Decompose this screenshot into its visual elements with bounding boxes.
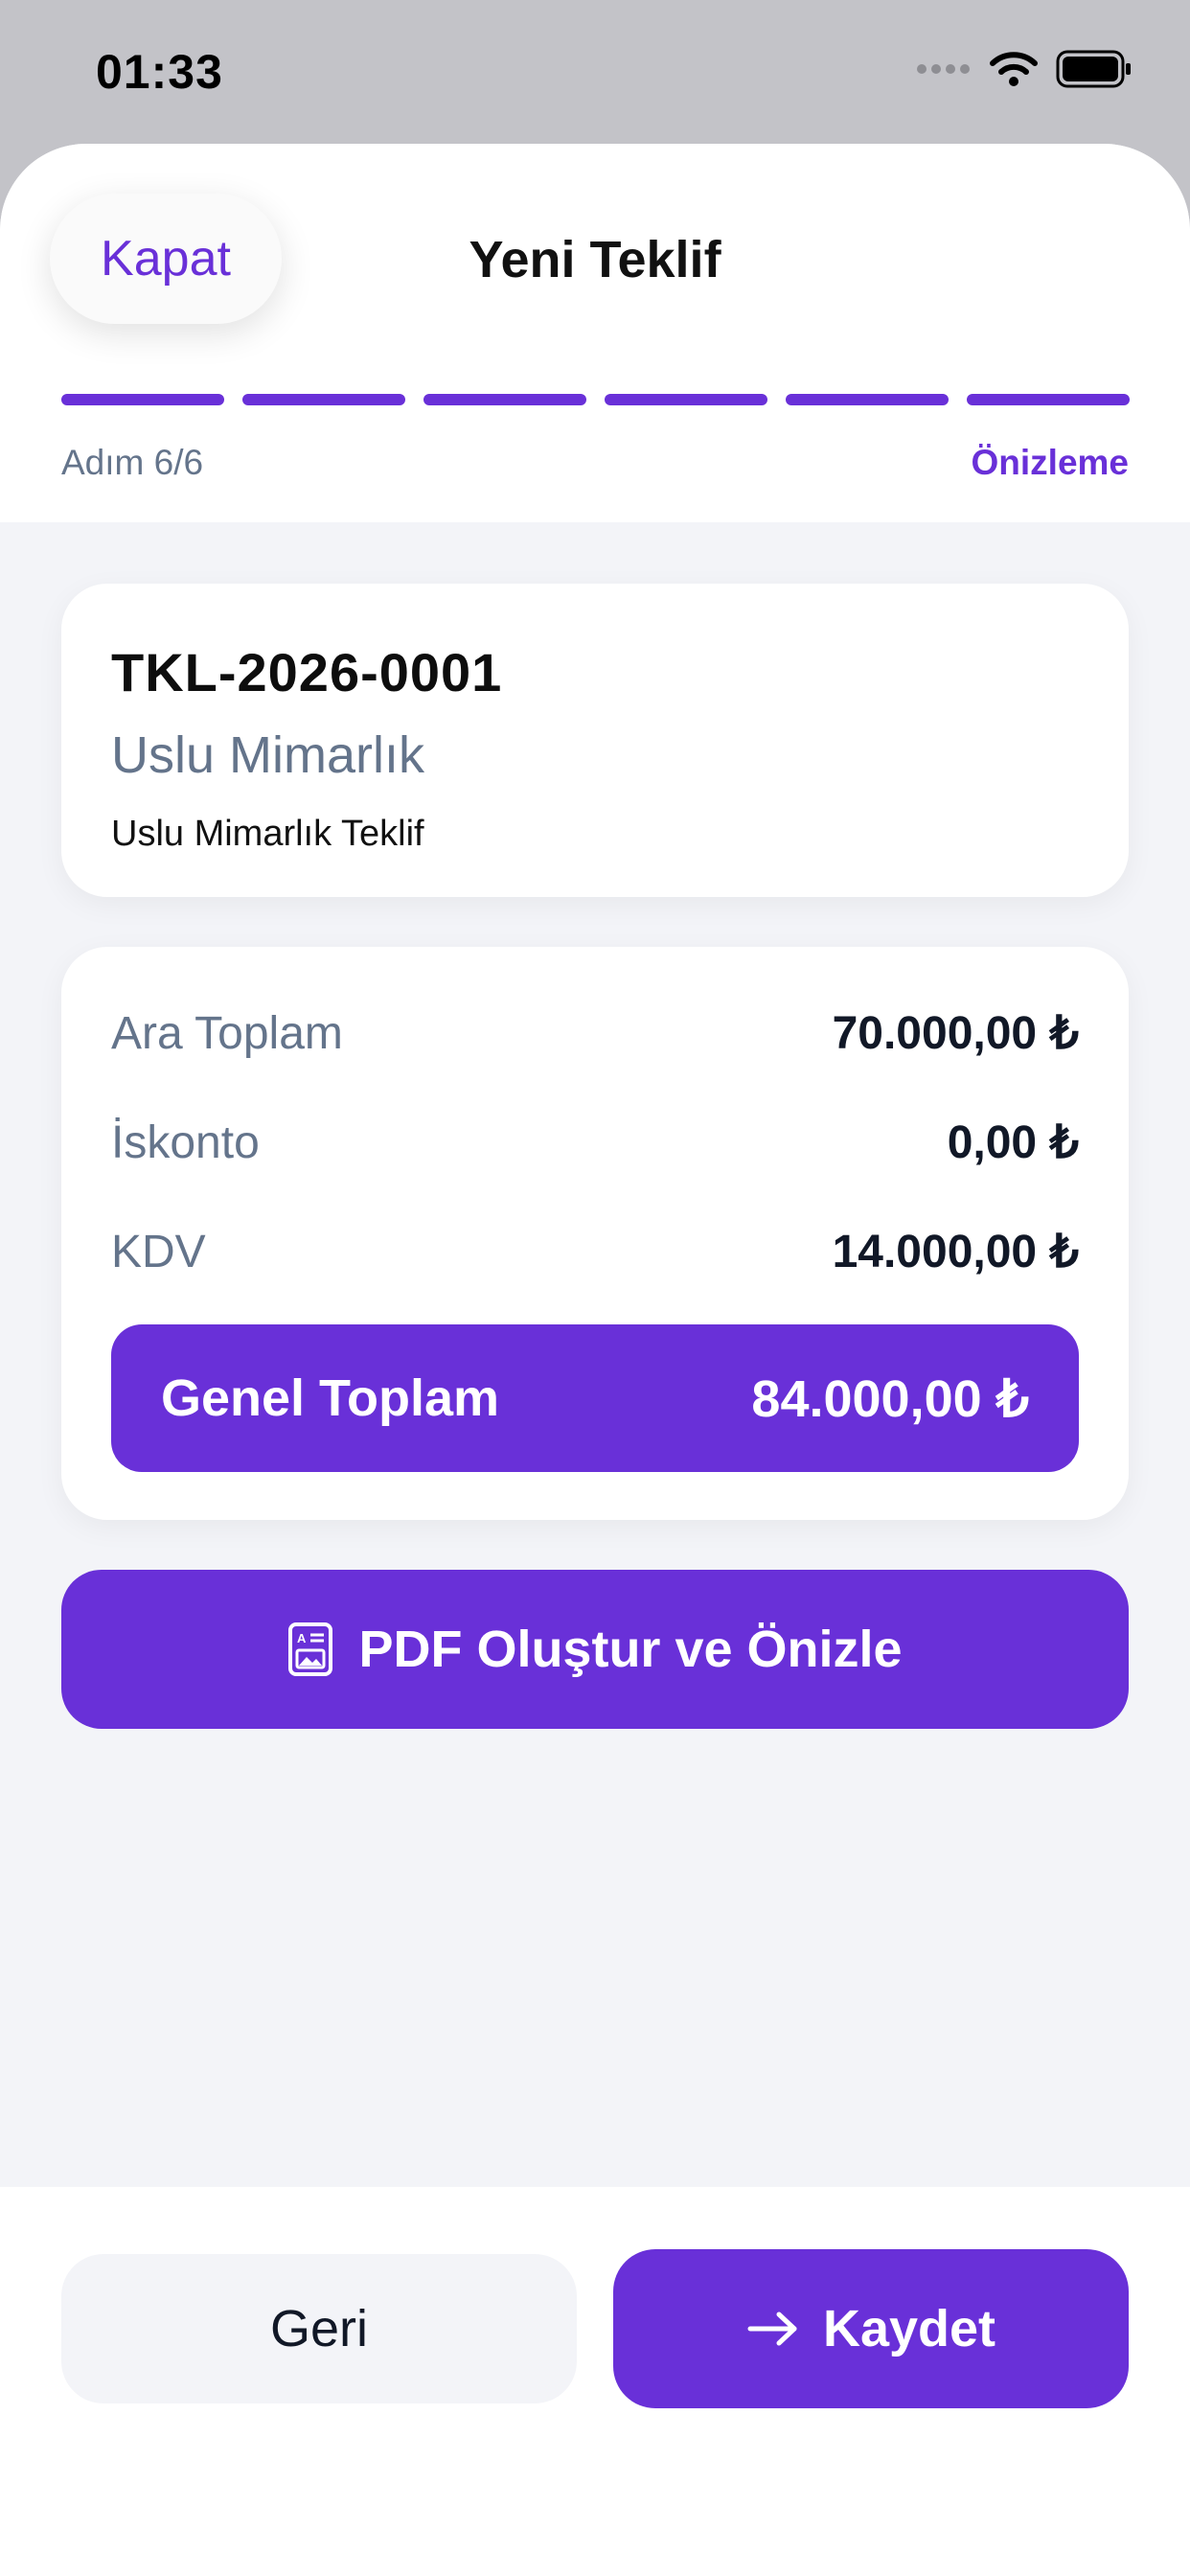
discount-label: İskonto bbox=[111, 1116, 260, 1168]
vat-row: KDV 14.000,00 ₺ bbox=[111, 1225, 1079, 1278]
vat-label: KDV bbox=[111, 1226, 206, 1277]
footer-actions: Geri Kaydet bbox=[0, 2187, 1190, 2576]
page-title: Yeni Teklif bbox=[469, 231, 721, 288]
quote-number: TKL-2026-0001 bbox=[111, 642, 503, 702]
discount-row: İskonto 0,00 ₺ bbox=[111, 1116, 1079, 1169]
battery-icon bbox=[1056, 50, 1131, 88]
save-button[interactable]: Kaydet bbox=[613, 2249, 1129, 2408]
totals-card: Ara Toplam 70.000,00 ₺ İskonto 0,00 ₺ KD… bbox=[61, 947, 1129, 1520]
grand-total-box: Genel Toplam 84.000,00 ₺ bbox=[111, 1324, 1079, 1472]
progress-segment bbox=[786, 394, 949, 405]
subtotal-label: Ara Toplam bbox=[111, 1007, 343, 1059]
status-icons bbox=[916, 50, 1133, 88]
status-bar: 01:33 bbox=[0, 0, 1190, 144]
quote-title: Uslu Mimarlık Teklif bbox=[111, 814, 424, 854]
vat-value: 14.000,00 ₺ bbox=[832, 1227, 1079, 1277]
step-name: Önizleme bbox=[971, 443, 1130, 482]
new-quote-sheet: Kapat Yeni Teklif Adım 6/6 Önizleme TKL-… bbox=[0, 144, 1190, 2576]
subtotal-row: Ara Toplam 70.000,00 ₺ bbox=[111, 1006, 1079, 1060]
back-button[interactable]: Geri bbox=[61, 2254, 577, 2404]
create-pdf-button[interactable]: A PDF Oluştur ve Önizle bbox=[61, 1570, 1129, 1729]
arrow-right-icon bbox=[747, 2312, 797, 2346]
status-time: 01:33 bbox=[96, 45, 223, 99]
sheet-header: Kapat Yeni Teklif Adım 6/6 Önizleme bbox=[0, 144, 1190, 522]
wifi-icon bbox=[990, 52, 1038, 86]
quote-info-card: TKL-2026-0001 Uslu Mimarlık Uslu Mimarlı… bbox=[61, 584, 1129, 897]
subtotal-value: 70.000,00 ₺ bbox=[832, 1008, 1079, 1059]
client-name: Uslu Mimarlık bbox=[111, 726, 425, 784]
step-progress bbox=[61, 394, 1130, 405]
document-icon: A bbox=[288, 1622, 333, 1676]
signal-icon bbox=[917, 64, 970, 74]
svg-text:A: A bbox=[297, 1631, 307, 1645]
progress-segment bbox=[242, 394, 405, 405]
progress-segment bbox=[423, 394, 586, 405]
progress-segment bbox=[967, 394, 1130, 405]
progress-segment bbox=[605, 394, 767, 405]
save-label: Kaydet bbox=[822, 2300, 996, 2358]
grand-total-value: 84.000,00 ₺ bbox=[751, 1369, 1029, 1428]
create-pdf-label: PDF Oluştur ve Önizle bbox=[358, 1621, 903, 1678]
grand-total-label: Genel Toplam bbox=[161, 1369, 500, 1427]
progress-segment bbox=[61, 394, 224, 405]
step-counter: Adım 6/6 bbox=[61, 443, 204, 482]
discount-value: 0,00 ₺ bbox=[947, 1117, 1079, 1168]
